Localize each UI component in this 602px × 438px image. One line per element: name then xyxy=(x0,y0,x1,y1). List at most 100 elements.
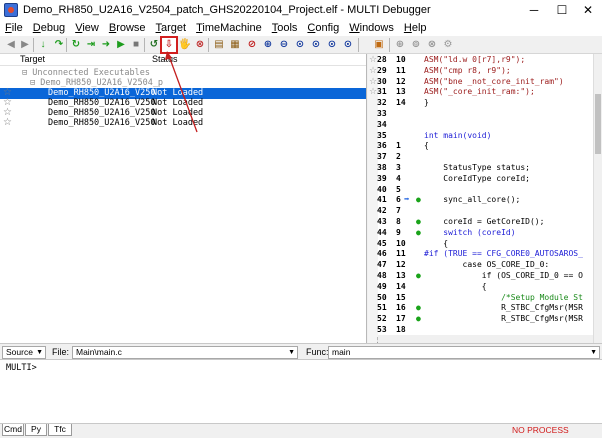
remove-breakpoint-icon[interactable]: ⊘ xyxy=(245,38,259,52)
code-line[interactable]: 51 16 ● R_STBC_CfgMsr(MSR xyxy=(368,303,598,314)
menu-view[interactable]: View xyxy=(70,22,104,34)
menu-debug[interactable]: Debug xyxy=(28,22,70,34)
disconnect-icon[interactable]: ⊗ xyxy=(193,38,207,52)
zoom-out-icon[interactable]: ⊖ xyxy=(277,38,291,52)
step-over-icon[interactable]: ↷ xyxy=(52,38,66,52)
menu-config[interactable]: Config xyxy=(302,22,344,34)
target-icon[interactable]: ⊚ xyxy=(409,38,423,52)
menu-help[interactable]: Help xyxy=(399,22,432,34)
code-line[interactable]: 46 11 #if (TRUE == CFG_CORE0_AUTOSAROS_ xyxy=(368,249,598,260)
code-line[interactable]: 33 xyxy=(368,109,598,120)
settings-icon[interactable]: ⚙ xyxy=(441,38,455,52)
tab-cmd[interactable]: Cmd xyxy=(2,424,24,436)
code-line[interactable]: 49 14 { xyxy=(368,282,598,293)
code-line[interactable]: 41 6 ➡ ● sync_all_core(); xyxy=(368,195,598,206)
breakpoint-marker-icon[interactable]: ● xyxy=(416,228,421,239)
menu-tools[interactable]: Tools xyxy=(267,22,303,34)
minimize-button[interactable]: ─ xyxy=(520,0,548,20)
code-line[interactable]: 34 xyxy=(368,120,598,131)
menu-target[interactable]: Target xyxy=(151,22,192,34)
menu-timemachine[interactable]: TimeMachine xyxy=(191,22,267,34)
code-line[interactable]: 36 1 { xyxy=(368,141,598,152)
code-line[interactable]: ☆ 29 11 ASM("cmp r8, r9"); xyxy=(368,66,598,77)
code-line[interactable]: 42 7 xyxy=(368,206,598,217)
code-line[interactable]: 50 15 /*Setup Module St xyxy=(368,293,598,304)
relative-line-number: 14 xyxy=(396,98,406,108)
breakpoint-marker-icon[interactable]: ● xyxy=(416,303,421,314)
code-line[interactable]: 32 14} xyxy=(368,98,598,109)
breakpoint-marker-icon[interactable]: ● xyxy=(416,195,421,206)
relative-line-number: 13 xyxy=(396,271,406,280)
maximize-button[interactable]: ☐ xyxy=(548,0,576,20)
breakpoint-marker-icon[interactable]: ● xyxy=(416,217,421,228)
relative-line-number: 14 xyxy=(396,281,406,291)
source-bar: Source ▼ File: Main\main.c ▼ Func: main ▼ xyxy=(0,343,602,359)
menu-browse[interactable]: Browse xyxy=(104,22,151,34)
code-line[interactable]: ☆ 30 12 ASM("bne _not_core_init_ram") xyxy=(368,77,598,88)
favorite-star-icon[interactable]: ☆ xyxy=(3,117,12,128)
run-to-icon[interactable]: ➜ xyxy=(99,38,113,52)
breakpoint-marker-icon[interactable]: ● xyxy=(416,271,421,282)
status-text: Not Loaded xyxy=(152,118,204,128)
trace-icon[interactable]: ⊗ xyxy=(425,38,439,52)
line-number: 34 xyxy=(377,119,387,129)
code-line[interactable]: 52 17 ● R_STBC_CfgMsr(MSR xyxy=(368,314,598,325)
code-text: case OS_CORE_ID_0: xyxy=(424,260,550,270)
source-code-pane[interactable]: ☆ 28 10 ASM("ld.w 0[r7],r9"); ☆ 29 11 ASM("cmp … xyxy=(368,54,602,343)
tab-tfc[interactable]: Tfc xyxy=(48,424,72,436)
lock-icon[interactable]: 🖐 xyxy=(178,38,192,52)
code-line[interactable]: 37 2 xyxy=(368,152,598,163)
command-pane[interactable]: MULTI> xyxy=(0,359,602,423)
restart-icon[interactable]: ↺ xyxy=(147,38,161,52)
code-line[interactable]: ☆ 31 13 ASM("_core_init_ram:"); xyxy=(368,87,598,98)
bookmark-star-icon[interactable]: ☆ xyxy=(369,87,377,98)
bookmark-star-icon[interactable]: ☆ xyxy=(369,55,377,66)
code-line[interactable]: 38 3 StatusType status; xyxy=(368,163,598,174)
memory-view-icon[interactable]: ▣ xyxy=(372,38,386,52)
code-vertical-scrollbar[interactable] xyxy=(593,54,602,343)
column-target[interactable]: Target xyxy=(20,54,45,64)
tree-item-executable[interactable]: ☆ Demo_RH850_U2A16_V250 Not Loaded xyxy=(0,117,366,129)
search-icon[interactable]: ⊙ xyxy=(341,38,355,52)
menu-windows[interactable]: Windows xyxy=(344,22,399,34)
code-line[interactable]: 47 12 case OS_CORE_ID_0: xyxy=(368,260,598,271)
relative-line-number: 11 xyxy=(396,65,406,75)
scrollbar-thumb[interactable] xyxy=(595,94,601,154)
breakpoint-icon[interactable]: ▤ xyxy=(212,38,226,52)
halt-icon[interactable]: ■ xyxy=(129,38,143,52)
menu-file[interactable]: File xyxy=(0,22,28,34)
run-icon[interactable]: ▶ xyxy=(114,38,128,52)
function-select[interactable]: main ▼ xyxy=(328,346,600,359)
zoom-in-icon[interactable]: ⊕ xyxy=(261,38,275,52)
find-next-icon[interactable]: ⊙ xyxy=(309,38,323,52)
bookmark-star-icon[interactable]: ☆ xyxy=(369,66,377,77)
code-text: StatusType status; xyxy=(424,163,530,172)
code-line[interactable]: 40 5 xyxy=(368,185,598,196)
tab-py[interactable]: Py xyxy=(25,424,47,436)
return-icon[interactable]: ⇥ xyxy=(84,38,98,52)
forward-icon[interactable]: ▶ xyxy=(18,38,32,52)
bookmark-star-icon[interactable]: ☆ xyxy=(369,77,377,88)
file-select[interactable]: Main\main.c ▼ xyxy=(72,346,298,359)
code-line[interactable]: 45 10 { xyxy=(368,239,598,250)
view-mode-select[interactable]: Source ▼ xyxy=(2,346,46,359)
code-line[interactable]: 43 8 ● coreId = GetCoreID(); xyxy=(368,217,598,228)
step-into-icon[interactable]: ↓ xyxy=(36,38,50,52)
command-prompt[interactable]: MULTI> xyxy=(6,363,37,373)
registers-icon[interactable]: ▦ xyxy=(228,38,242,52)
step-out-icon[interactable]: ↻ xyxy=(69,38,83,52)
close-button[interactable]: ✕ xyxy=(574,0,602,20)
column-status[interactable]: Status xyxy=(152,54,178,64)
code-line[interactable]: 35 int main(void) xyxy=(368,131,598,142)
find-prev-icon[interactable]: ⊙ xyxy=(325,38,339,52)
breakpoint-marker-icon[interactable]: ● xyxy=(416,314,421,325)
code-horizontal-scrollbar[interactable] xyxy=(378,335,593,343)
code-line[interactable]: 48 13 ● if (OS_CORE_ID_0 == O xyxy=(368,271,598,282)
download-icon[interactable]: ⇩ xyxy=(160,36,178,54)
code-line[interactable]: 44 9 ● switch (coreId) xyxy=(368,228,598,239)
code-line[interactable]: 39 4 CoreIdType coreId; xyxy=(368,174,598,185)
zoom-icon[interactable]: ⊕ xyxy=(393,38,407,52)
find-icon[interactable]: ⊙ xyxy=(293,38,307,52)
back-icon[interactable]: ◀ xyxy=(4,38,18,52)
code-line[interactable]: ☆ 28 10 ASM("ld.w 0[r7],r9"); xyxy=(368,55,598,66)
